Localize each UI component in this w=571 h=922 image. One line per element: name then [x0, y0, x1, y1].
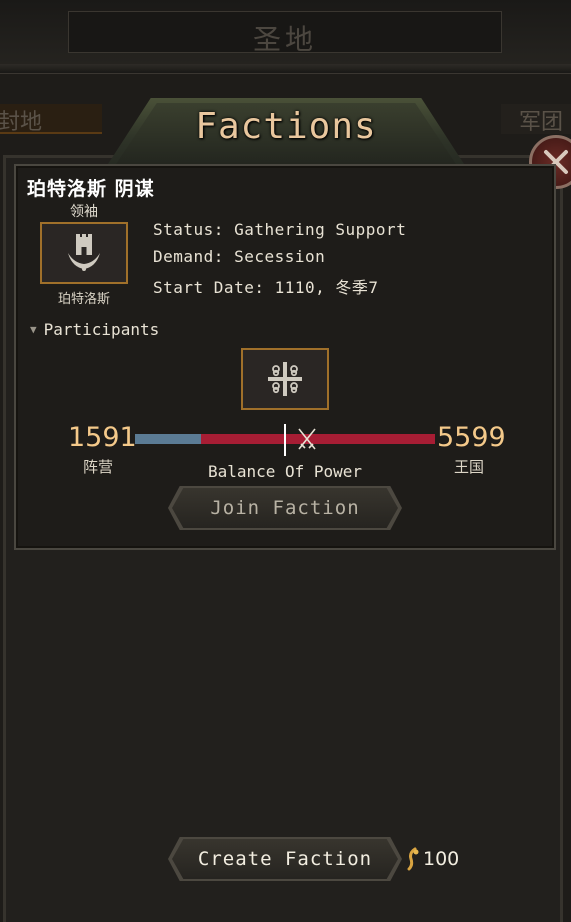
triangle-down-icon: ▼	[30, 323, 37, 336]
create-faction-button[interactable]: Create Faction	[168, 837, 402, 881]
location-title: 圣地	[252, 23, 317, 56]
faction-start-date: Start Date: 1110, 冬季7	[153, 278, 379, 297]
castle-emblem-icon	[68, 234, 100, 271]
participants-label: Participants	[43, 320, 160, 339]
location-title-bar: 圣地	[68, 11, 502, 56]
create-faction-label: Create Faction	[197, 848, 373, 870]
faction-power-label: 阵营	[82, 458, 113, 476]
leader-name: 珀特洛斯	[57, 292, 110, 307]
join-faction-button[interactable]: Join Faction	[168, 486, 402, 530]
leader-banner[interactable]	[40, 222, 128, 284]
participant-banner[interactable]	[241, 348, 329, 410]
panel-title: Factions	[195, 106, 377, 147]
create-faction-cost: 100	[405, 847, 459, 871]
gold-icon	[407, 847, 419, 871]
crossed-swords-icon	[298, 428, 316, 450]
top-divider	[0, 64, 571, 74]
side-tab-fief[interactable]: 封地	[0, 104, 102, 135]
leader-label: 领袖	[70, 204, 98, 220]
kingdom-power-label: 王国	[453, 458, 484, 476]
faction-status: Status: Gathering Support	[153, 220, 407, 239]
balance-marker	[284, 424, 286, 456]
kingdom-power-value: 5599	[437, 422, 506, 453]
balance-of-power-label: Balance Of Power	[207, 462, 363, 481]
faction-name: 珀特洛斯 阴谋	[27, 178, 155, 200]
faction-demand: Demand: Secession	[153, 247, 326, 266]
balance-bar-faction-fill	[135, 434, 201, 444]
cost-value: 100	[423, 848, 460, 870]
participants-toggle[interactable]: ▼ Participants	[30, 320, 159, 339]
cross-emblem-icon	[268, 362, 302, 396]
faction-power-value: 1591	[68, 422, 137, 453]
join-faction-label: Join Faction	[210, 497, 360, 519]
side-tab-army[interactable]: 军团	[501, 104, 571, 135]
